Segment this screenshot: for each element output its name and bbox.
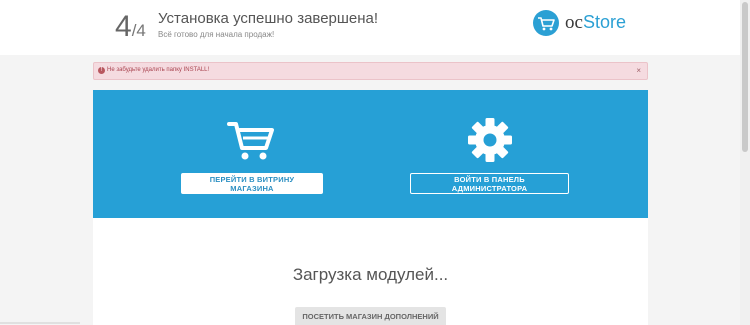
scrollbar-thumb[interactable] bbox=[742, 2, 748, 152]
modules-panel: Загрузка модулей... ПОСЕТИТЬ МАГАЗИН ДОП… bbox=[93, 218, 648, 325]
visit-extensions-store-button[interactable]: ПОСЕТИТЬ МАГАЗИН ДОПОЛНЕНИЙ bbox=[295, 307, 446, 325]
page-title: Установка успешно завершена! bbox=[158, 10, 379, 27]
step-total: /4 bbox=[131, 21, 146, 40]
scrollbar[interactable] bbox=[740, 0, 750, 325]
page-subtitle: Всё готово для начала продаж! bbox=[158, 30, 275, 39]
close-icon[interactable]: × bbox=[636, 66, 641, 75]
logo-prefix: oc bbox=[565, 12, 583, 33]
loading-modules-text: Загрузка модулей... bbox=[292, 265, 449, 284]
actions-panel: ПЕРЕЙТИ В ВИТРИНУ МАГАЗИНА ВОЙТИ В ПАНЕЛ… bbox=[93, 90, 648, 218]
divider bbox=[0, 322, 80, 324]
step-current: 4 bbox=[115, 10, 132, 43]
header: 4/4 Установка успешно завершена! Всё гот… bbox=[0, 0, 740, 55]
cart-logo-icon bbox=[533, 10, 559, 36]
step-indicator: 4/4 bbox=[115, 10, 146, 44]
go-to-storefront-button[interactable]: ПЕРЕЙТИ В ВИТРИНУ МАГАЗИНА bbox=[181, 173, 323, 194]
install-warning-alert: ! Не забудьте удалить папку INSTALL! × bbox=[93, 62, 648, 80]
cart-icon bbox=[227, 120, 277, 162]
alert-icon: ! bbox=[98, 67, 105, 74]
logo-name: Store bbox=[582, 12, 626, 32]
admin-login-button[interactable]: ВОЙТИ В ПАНЕЛЬ АДМИНИСТРАТОРА bbox=[410, 173, 569, 194]
alert-text: Не забудьте удалить папку INSTALL! bbox=[107, 67, 210, 73]
gear-icon bbox=[467, 117, 513, 163]
ocstore-logo: ocStore bbox=[533, 10, 633, 46]
logo-text: ocStore bbox=[565, 12, 626, 34]
